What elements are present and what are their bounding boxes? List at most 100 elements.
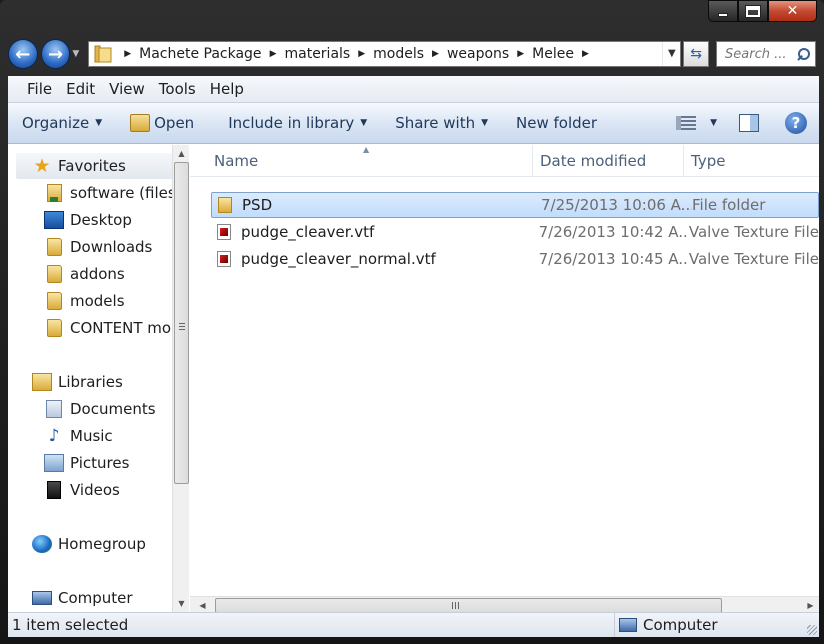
music-icon: ♪: [48, 426, 60, 446]
back-arrow-icon: ←: [15, 43, 31, 65]
breadcrumb-separator-icon[interactable]: ▶: [579, 49, 592, 59]
file-row-pudge-cleaver[interactable]: pudge_cleaver.vtf 7/26/2013 10:42 A... V…: [211, 219, 819, 245]
homegroup-icon: [32, 535, 52, 553]
chevron-down-icon: ▼: [481, 118, 489, 128]
breadcrumb-separator-icon[interactable]: ▶: [121, 49, 134, 59]
computer-icon: [32, 591, 52, 605]
nav-homegroup[interactable]: Homegroup: [32, 531, 146, 557]
refresh-icon: ⇆: [690, 46, 703, 62]
network-folder-icon: [47, 184, 62, 202]
column-header-name[interactable]: Name: [207, 145, 533, 177]
breadcrumb-materials[interactable]: ▶ materials: [267, 46, 356, 62]
chevron-down-icon: ▼: [95, 118, 103, 128]
view-options-dropdown[interactable]: ▼: [710, 118, 717, 128]
scrollbar-thumb[interactable]: [174, 162, 189, 484]
search-icon[interactable]: [797, 47, 810, 61]
file-list: ▲ Name Date modified Type PSD 7/25/2013 …: [190, 145, 819, 612]
resize-grip[interactable]: [807, 625, 817, 635]
help-icon[interactable]: ?: [785, 112, 807, 134]
nav-music[interactable]: ♪ Music: [44, 423, 113, 449]
nav-models[interactable]: models: [44, 288, 125, 314]
breadcrumb-separator-icon[interactable]: ▶: [514, 49, 527, 59]
file-row-pudge-cleaver-normal[interactable]: pudge_cleaver_normal.vtf 7/26/2013 10:45…: [211, 246, 819, 272]
menu-edit[interactable]: Edit: [66, 80, 95, 98]
open-button[interactable]: Open: [121, 108, 203, 138]
pictures-icon: [44, 454, 64, 472]
folder-icon: [218, 197, 232, 213]
scroll-up-icon[interactable]: ▲: [173, 145, 190, 162]
nav-content-mod[interactable]: CONTENT mod: [44, 315, 181, 341]
menu-help[interactable]: Help: [210, 80, 244, 98]
new-folder-button[interactable]: New folder: [507, 108, 606, 138]
nav-software[interactable]: software (filese: [44, 180, 185, 206]
file-row-psd[interactable]: PSD 7/25/2013 10:06 A... File folder: [211, 192, 819, 218]
menu-bar: File Edit View Tools Help: [8, 76, 819, 103]
column-headers: ▲ Name Date modified Type: [190, 145, 819, 177]
vtf-file-icon: [217, 251, 231, 267]
search-input[interactable]: [725, 46, 792, 62]
menu-tools[interactable]: Tools: [159, 80, 196, 98]
refresh-button[interactable]: ⇆: [683, 41, 710, 67]
breadcrumb-separator-icon[interactable]: ▶: [355, 49, 368, 59]
videos-icon: [47, 481, 61, 499]
maximize-icon: [745, 4, 761, 18]
desktop-icon: [44, 211, 64, 229]
close-icon: ✕: [786, 3, 799, 19]
folder-icon: [93, 45, 115, 63]
breadcrumb-machete-package[interactable]: ▶ Machete Package: [121, 46, 266, 62]
chevron-down-icon: ▼: [360, 118, 368, 128]
nav-pane-vertical-scrollbar[interactable]: ▲ ▼: [172, 145, 189, 612]
nav-desktop[interactable]: Desktop: [44, 207, 132, 233]
nav-downloads[interactable]: Downloads: [44, 234, 152, 260]
scroll-down-icon[interactable]: ▼: [173, 595, 190, 612]
organize-button[interactable]: Organize ▼: [8, 108, 111, 138]
address-bar[interactable]: ▶ Machete Package ▶ materials ▶ models ▶ wea…: [88, 41, 682, 67]
nav-computer[interactable]: Computer: [32, 585, 133, 611]
minimize-button[interactable]: [708, 0, 738, 22]
nav-libraries[interactable]: Libraries: [32, 369, 123, 395]
include-in-library-button[interactable]: Include in library ▼: [219, 108, 376, 138]
nav-videos[interactable]: Videos: [44, 477, 120, 503]
address-history-dropdown[interactable]: ▼: [662, 42, 680, 66]
back-button[interactable]: ←: [8, 39, 38, 69]
computer-icon: [619, 618, 637, 632]
navigation-pane: ★ Favorites software (filese Desktop Down…: [8, 145, 189, 612]
maximize-button[interactable]: [738, 0, 768, 22]
caption-buttons: ✕: [708, 0, 817, 22]
star-icon: ★: [33, 155, 51, 177]
close-button[interactable]: ✕: [768, 0, 817, 22]
explorer-client-area: File Edit View Tools Help Organize ▼ Open…: [8, 76, 819, 637]
documents-icon: [46, 400, 62, 418]
share-with-button[interactable]: Share with ▼: [386, 108, 497, 138]
breadcrumb-melee[interactable]: ▶ Melee ▶: [514, 46, 592, 62]
column-header-type[interactable]: Type: [684, 145, 819, 177]
search-box[interactable]: [716, 41, 816, 67]
nav-favorites[interactable]: ★ Favorites: [32, 153, 125, 179]
status-location: Computer: [614, 613, 718, 637]
breadcrumb-weapons[interactable]: ▶ weapons: [429, 46, 514, 62]
change-view-icon[interactable]: [676, 116, 697, 130]
column-header-date-modified[interactable]: Date modified: [533, 145, 684, 177]
scrollbar-thumb[interactable]: [215, 598, 722, 613]
folder-icon: [47, 265, 62, 283]
address-row: ← → ▼ ▶ Machete Package ▶ materials ▶ model…: [8, 37, 816, 71]
menu-view[interactable]: View: [109, 80, 145, 98]
forward-arrow-icon: →: [47, 43, 64, 65]
nav-documents[interactable]: Documents: [44, 396, 156, 422]
preview-pane-icon[interactable]: [739, 114, 759, 132]
status-bar: 1 item selected Computer: [8, 612, 819, 637]
folder-icon: [47, 238, 62, 256]
breadcrumb-separator-icon[interactable]: ▶: [429, 49, 442, 59]
command-bar: Organize ▼ Open Include in library ▼ Share…: [8, 103, 819, 144]
file-list-horizontal-scrollbar[interactable]: ◀ ▶: [190, 596, 819, 613]
recent-pages-dropdown[interactable]: ▼: [72, 49, 84, 59]
menu-file[interactable]: File: [27, 80, 52, 98]
breadcrumb-separator-icon[interactable]: ▶: [267, 49, 280, 59]
breadcrumb-models[interactable]: ▶ models: [355, 46, 429, 62]
nav-addons[interactable]: addons: [44, 261, 125, 287]
open-folder-icon: [130, 114, 151, 132]
forward-button[interactable]: →: [40, 39, 71, 69]
nav-pictures[interactable]: Pictures: [44, 450, 129, 476]
vtf-file-icon: [217, 224, 231, 240]
folder-icon: [47, 319, 62, 337]
